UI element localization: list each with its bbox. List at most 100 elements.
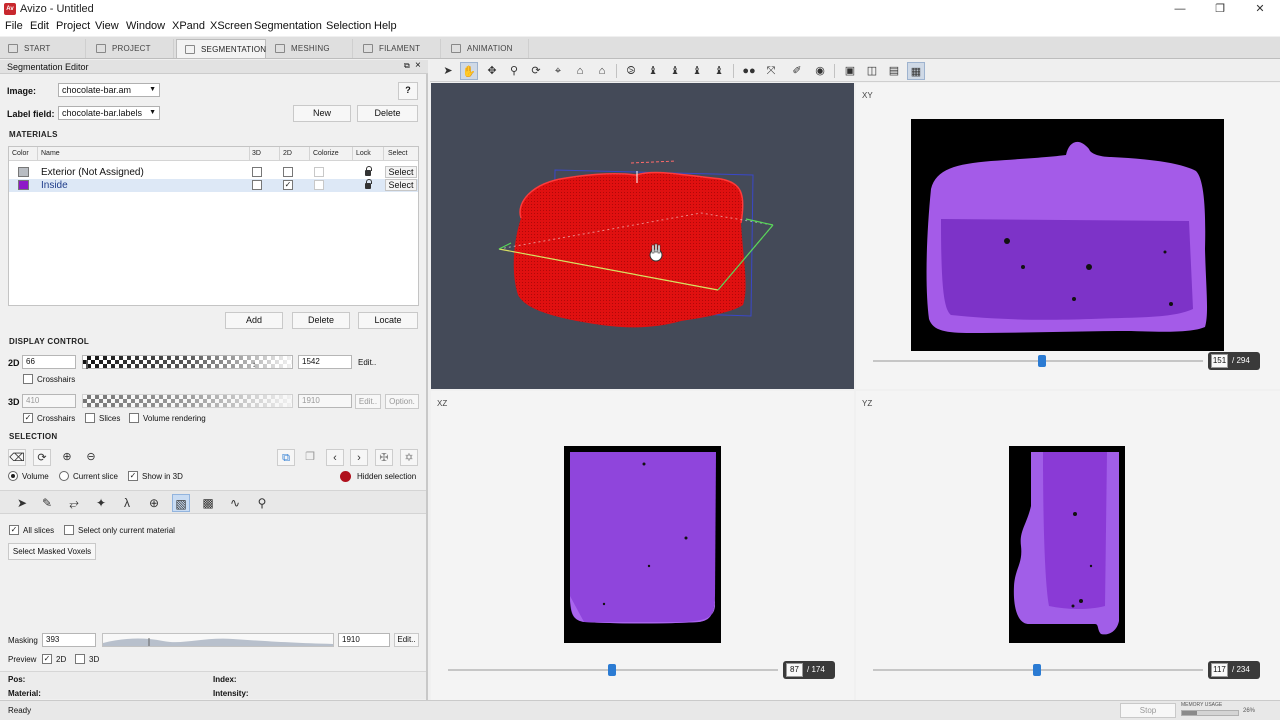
float-icon[interactable]: ⧉ xyxy=(404,61,410,71)
preview-2d-checkbox[interactable]: ✓ xyxy=(42,654,52,664)
translate-icon[interactable]: ✥ xyxy=(483,62,501,80)
add-material-button[interactable]: Add xyxy=(225,312,283,329)
menu-project[interactable]: Project xyxy=(56,20,90,32)
lasso-tool-icon[interactable]: ⥂ xyxy=(65,494,83,512)
rotate-icon[interactable]: ⟳ xyxy=(527,62,545,80)
viewer-xy[interactable]: XY 151 / 294 xyxy=(856,83,1280,389)
select-material-button[interactable]: Select xyxy=(385,179,417,191)
paste-icon[interactable]: ❐ xyxy=(301,449,319,466)
menu-help[interactable]: Help xyxy=(374,20,397,32)
show-in-3d-checkbox[interactable]: ✓ xyxy=(128,471,138,481)
material-2d-checkbox[interactable] xyxy=(283,167,293,177)
brush-tool-icon[interactable]: ✎ xyxy=(38,494,56,512)
pointer-tool-icon[interactable]: ➤ xyxy=(13,494,31,512)
viewer-xz[interactable]: XZ 87 / 174 xyxy=(431,391,854,700)
grow-icon[interactable]: ✠ xyxy=(375,449,393,466)
close-icon[interactable]: ✕ xyxy=(1240,0,1280,18)
tab-filament[interactable]: FILAMENT xyxy=(355,39,441,58)
view-iso-icon[interactable]: ♝ xyxy=(710,62,728,80)
hidden-selection-color-icon[interactable] xyxy=(340,471,351,482)
eraser-icon[interactable]: ⌫ xyxy=(8,449,26,466)
shrink-icon[interactable]: ✡ xyxy=(400,449,418,466)
tab-project[interactable]: PROJECT xyxy=(88,39,174,58)
lock-icon[interactable] xyxy=(365,166,372,176)
view-z-icon[interactable]: ♝ xyxy=(688,62,706,80)
subtract-selection-icon[interactable]: ⊖ xyxy=(82,449,100,466)
colormap-min-handle[interactable] xyxy=(86,360,88,369)
layout-split-v-icon[interactable]: ▤ xyxy=(885,62,903,80)
menu-xscreen[interactable]: XScreen xyxy=(210,20,252,32)
xz-slider-thumb[interactable] xyxy=(608,664,616,676)
layout-single-icon[interactable]: ▣ xyxy=(841,62,859,80)
tab-meshing[interactable]: MESHING xyxy=(267,39,353,58)
annotate-icon[interactable]: ✐ xyxy=(788,62,806,80)
add-selection-icon[interactable]: ⊕ xyxy=(58,449,76,466)
previous-icon[interactable]: ‹ xyxy=(326,449,344,466)
menu-segmentation[interactable]: Segmentation xyxy=(254,20,322,32)
current-slice-radio[interactable] xyxy=(59,471,69,481)
display-2d-max-input[interactable]: 1542 xyxy=(298,355,352,369)
display-3d-max-input[interactable]: 1910 xyxy=(298,394,352,408)
maximize-icon[interactable]: ❐ xyxy=(1200,0,1240,18)
stop-button[interactable]: Stop xyxy=(1120,703,1176,718)
view-y-icon[interactable]: ♝ xyxy=(666,62,684,80)
display-3d-min-input[interactable]: 410 xyxy=(22,394,76,408)
snapshot-icon[interactable]: ◉ xyxy=(811,62,829,80)
hand-icon[interactable]: ✋ xyxy=(460,62,478,80)
masking-histogram[interactable] xyxy=(102,633,334,647)
xy-slider-thumb[interactable] xyxy=(1038,355,1046,367)
home-icon[interactable]: ⌂ xyxy=(571,62,589,80)
material-2d-checkbox[interactable]: ✓ xyxy=(283,180,293,190)
view-x-icon[interactable]: ♝ xyxy=(644,62,662,80)
watershed-tool-icon[interactable]: ∿ xyxy=(226,494,244,512)
select-only-current-checkbox[interactable] xyxy=(64,525,74,535)
locate-material-button[interactable]: Locate xyxy=(358,312,418,329)
new-button[interactable]: New xyxy=(293,105,351,122)
zoom-icon[interactable]: ⚲ xyxy=(505,62,523,80)
volume-radio[interactable] xyxy=(8,471,18,481)
material-color-swatch[interactable] xyxy=(18,167,29,177)
material-colorize-checkbox[interactable] xyxy=(314,180,324,190)
volume-rendering-checkbox[interactable] xyxy=(129,413,139,423)
slices-checkbox[interactable] xyxy=(85,413,95,423)
material-row-exterior[interactable]: Exterior (Not Assigned) Select xyxy=(9,166,418,179)
masking-min-input[interactable]: 393 xyxy=(42,633,96,647)
stereo-icon[interactable]: ●● xyxy=(740,62,758,80)
delete-labelfield-button[interactable]: Delete xyxy=(357,105,418,122)
display-3d-edit-menu[interactable]: Edit.. xyxy=(355,394,381,409)
material-colorize-checkbox[interactable] xyxy=(314,167,324,177)
tab-segmentation[interactable]: SEGMENTATION xyxy=(176,39,266,58)
refresh-icon[interactable]: ⟳ xyxy=(33,449,51,466)
blow-tool-icon[interactable]: ⊕ xyxy=(145,494,163,512)
xz-slice-input[interactable]: 87 xyxy=(786,663,803,677)
copy-icon[interactable]: ⧉ xyxy=(277,449,295,466)
xy-slice-input[interactable]: 151 xyxy=(1211,354,1228,368)
image-select[interactable]: chocolate-bar.am ▼ xyxy=(58,83,160,97)
next-icon[interactable]: › xyxy=(350,449,368,466)
crosshairs-3d-checkbox[interactable]: ✓ xyxy=(23,413,33,423)
help-button[interactable]: ? xyxy=(398,82,418,100)
masking-edit-menu[interactable]: Edit.. xyxy=(394,633,419,647)
menu-selection[interactable]: Selection xyxy=(326,20,371,32)
menu-xpand[interactable]: XPand xyxy=(172,20,205,32)
propagating-contour-icon[interactable]: λ xyxy=(118,494,136,512)
display-2d-edit-menu[interactable]: Edit.. xyxy=(358,358,376,367)
panel-close-icon[interactable]: × xyxy=(415,60,421,71)
material-row-inside[interactable]: Inside ✓ Select xyxy=(9,179,418,192)
tab-animation[interactable]: ANIMATION xyxy=(443,39,529,58)
lock-icon[interactable] xyxy=(365,179,372,189)
magic-wand-tool-icon[interactable]: ✦ xyxy=(92,494,110,512)
crosshairs-2d-checkbox[interactable] xyxy=(23,374,33,384)
top-hat-tool-icon[interactable]: ▩ xyxy=(199,494,217,512)
yz-slider-thumb[interactable] xyxy=(1033,664,1041,676)
view-all-icon[interactable]: ⧁ xyxy=(622,62,640,80)
display-3d-option-button[interactable]: Option. xyxy=(385,394,419,409)
menu-file[interactable]: File xyxy=(5,20,23,32)
seek-icon[interactable]: ⌖ xyxy=(549,62,567,80)
masking-max-input[interactable]: 1910 xyxy=(338,633,390,647)
preview-3d-checkbox[interactable] xyxy=(75,654,85,664)
zoom-tool-icon[interactable]: ⚲ xyxy=(253,494,271,512)
menu-edit[interactable]: Edit xyxy=(30,20,49,32)
layout-split-h-icon[interactable]: ◫ xyxy=(863,62,881,80)
select-masked-voxels-button[interactable]: Select Masked Voxels xyxy=(8,543,96,560)
